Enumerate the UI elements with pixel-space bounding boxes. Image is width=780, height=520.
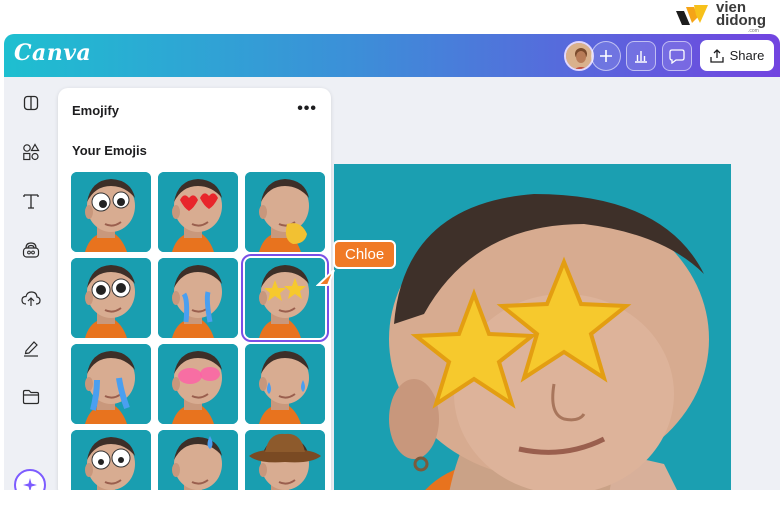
layout-icon — [23, 95, 39, 111]
watermark-line-2: didong — [716, 12, 766, 29]
insights-button[interactable] — [626, 41, 656, 71]
share-label: Share — [729, 48, 765, 63]
design-tool[interactable] — [19, 91, 43, 115]
comments-button[interactable] — [662, 41, 692, 71]
projects-tool[interactable] — [19, 385, 43, 409]
emoji-tile-big-eyes[interactable] — [71, 258, 151, 338]
top-bar: Canva Share — [4, 34, 780, 77]
emoji-tile-googly-eyes[interactable] — [71, 172, 151, 252]
text-icon — [23, 194, 39, 209]
elements-tool[interactable] — [19, 140, 43, 164]
emoji-thumbnail — [245, 258, 325, 338]
share-button[interactable]: Share — [700, 40, 774, 71]
sparkle-icon — [23, 478, 37, 490]
uploads-tool[interactable] — [19, 287, 43, 311]
draw-tool[interactable] — [19, 336, 43, 360]
emoji-tile-cowboy-hat[interactable] — [245, 430, 325, 490]
brand-mark-icon — [676, 5, 708, 25]
cloud-upload-icon — [21, 291, 41, 306]
emoji-tile-crying[interactable] — [158, 258, 238, 338]
panel-title: Emojify — [72, 103, 119, 118]
text-tool[interactable] — [19, 189, 43, 213]
emoji-thumbnail — [245, 172, 325, 252]
pen-icon — [24, 341, 38, 357]
canva-logo[interactable]: Canva — [14, 40, 91, 66]
emoji-thumbnail — [245, 430, 325, 490]
canvas-image[interactable] — [334, 164, 731, 490]
emoji-thumbnail — [71, 258, 151, 338]
collaborator-label: Chloe — [333, 240, 397, 269]
side-rail — [4, 77, 56, 490]
watermark-logo: vien didong .com — [674, 0, 774, 34]
emoji-thumbnail — [158, 430, 238, 490]
emoji-tile-drool[interactable] — [245, 172, 325, 252]
more-options-button[interactable]: ••• — [297, 100, 317, 118]
emoji-thumbnail — [245, 344, 325, 424]
emoji-tile-glow-eyes[interactable] — [158, 344, 238, 424]
add-collaborator-button[interactable] — [591, 41, 621, 71]
upload-icon — [709, 48, 724, 63]
emoji-thumbnail — [158, 172, 238, 252]
folder-icon — [22, 389, 40, 405]
emoji-thumbnail — [71, 430, 151, 490]
emoji-thumbnail — [158, 258, 238, 338]
emoji-tile-sweat-tears[interactable] — [245, 344, 325, 424]
brand-tool[interactable] — [19, 238, 43, 262]
emoji-tile-heart-eyes[interactable] — [158, 172, 238, 252]
shapes-icon — [23, 143, 40, 161]
bar-chart-icon — [635, 51, 647, 63]
emoji-tile-tears[interactable] — [71, 344, 151, 424]
photo — [334, 164, 731, 490]
emoji-tile-star-eyes[interactable] — [241, 254, 329, 342]
emoji-thumbnail — [158, 344, 238, 424]
emoji-thumbnail — [71, 344, 151, 424]
plus-icon — [600, 50, 612, 62]
comment-icon — [669, 49, 685, 64]
section-title: Your Emojis — [72, 143, 147, 158]
screen: vien didong .com Canva Share Emojify •••… — [0, 0, 780, 520]
cursor-pointer-icon — [316, 269, 335, 286]
emoji-thumbnail — [71, 172, 151, 252]
avatar[interactable] — [564, 41, 594, 71]
emoji-tile-wide-eyes[interactable] — [71, 430, 151, 490]
emojify-panel: Emojify ••• Your Emojis — [58, 88, 331, 490]
brand-icon — [22, 242, 40, 258]
emoji-tile-sweat-drop[interactable] — [158, 430, 238, 490]
